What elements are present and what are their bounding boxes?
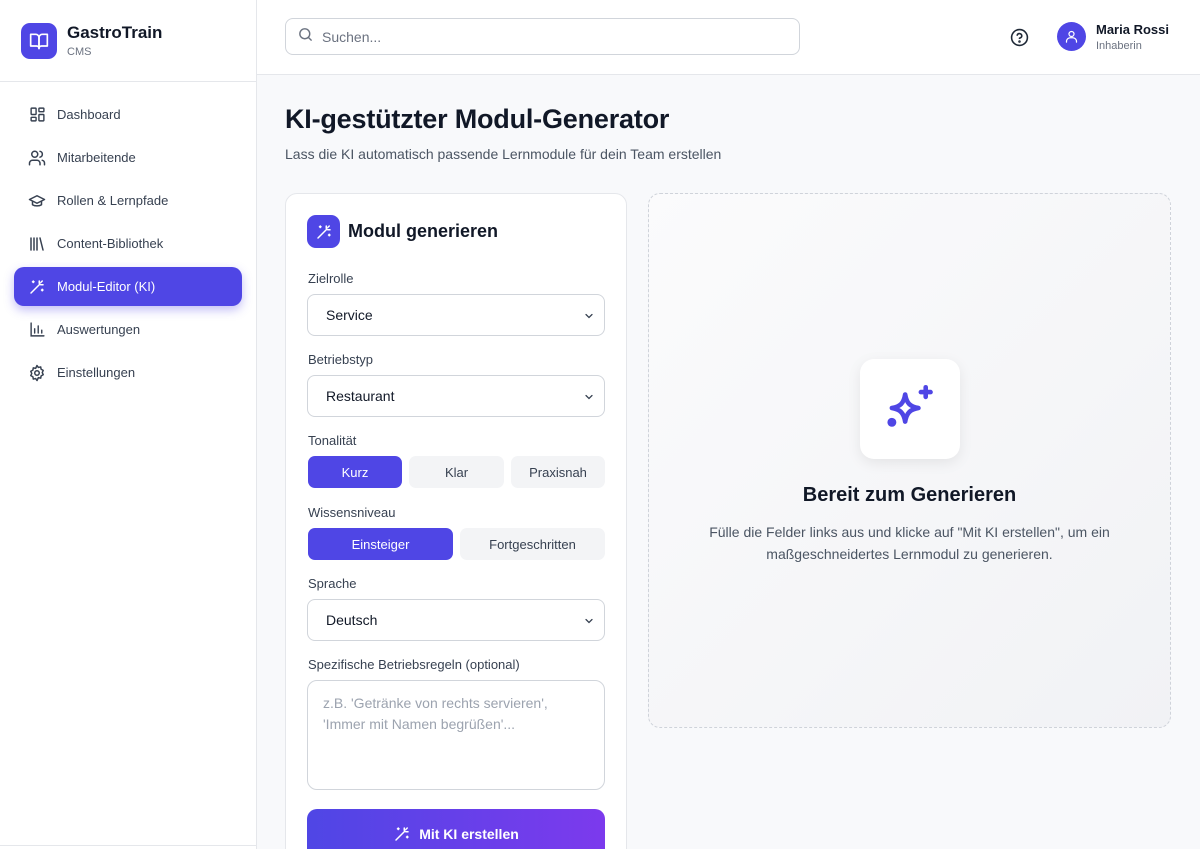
bar-chart-icon xyxy=(28,321,46,339)
magic-wand-icon xyxy=(28,278,46,296)
brand-name: GastroTrain xyxy=(67,23,163,42)
betriebstyp-label: Betriebstyp xyxy=(308,352,374,367)
zielrolle-value: Service xyxy=(326,307,373,323)
card-title: Modul generieren xyxy=(348,221,499,241)
preview-panel: Bereit zum Generieren Fülle die Felder l… xyxy=(648,193,1171,728)
user-name: Maria Rossi xyxy=(1096,22,1169,37)
sprache-label: Sprache xyxy=(308,576,357,591)
page-subtitle: Lass die KI automatisch passende Lernmod… xyxy=(285,146,722,162)
sidebar-item-label: Rollen & Lernpfade xyxy=(57,193,169,208)
card-header: Modul generieren xyxy=(307,215,498,248)
search-icon xyxy=(297,26,314,48)
sidebar: GastroTrain CMS Dashboard Mitarbeitende … xyxy=(0,0,257,849)
regeln-textarea[interactable] xyxy=(308,681,604,789)
top-header: Maria Rossi Inhaberin xyxy=(257,0,1200,75)
sidebar-item-dashboard[interactable]: Dashboard xyxy=(14,95,242,134)
sidebar-item-label: Einstellungen xyxy=(57,365,136,380)
user-role: Inhaberin xyxy=(1096,40,1142,52)
betriebstyp-value: Restaurant xyxy=(326,388,395,404)
preview-title: Bereit zum Generieren xyxy=(802,484,1017,506)
help-icon[interactable] xyxy=(1009,27,1029,47)
brand-sub: CMS xyxy=(67,46,92,58)
library-icon xyxy=(28,235,46,253)
sidebar-item-label: Modul-Editor (KI) xyxy=(57,279,156,294)
tonalitaet-label: Tonalität xyxy=(308,433,357,448)
sprache-value: Deutsch xyxy=(326,612,378,628)
wissensniveau-option-fortgeschritten[interactable]: Fortgeschritten xyxy=(460,528,605,560)
regeln-label: Spezifische Betriebsregeln (optional) xyxy=(308,657,520,672)
gear-icon xyxy=(28,364,46,382)
sidebar-divider xyxy=(0,845,256,846)
user-icon xyxy=(1065,30,1078,43)
wissensniveau-option-einsteiger[interactable]: Einsteiger xyxy=(308,528,453,560)
magic-wand-icon xyxy=(393,825,411,843)
users-icon xyxy=(28,149,46,167)
tonalitaet-option-klar[interactable]: Klar xyxy=(409,456,504,488)
sidebar-nav: Dashboard Mitarbeitende Rollen & Lernpfa… xyxy=(0,82,256,392)
page-title: KI-gestützter Modul-Generator xyxy=(285,104,670,134)
sidebar-item-rollen[interactable]: Rollen & Lernpfade xyxy=(14,181,242,220)
sidebar-item-mitarbeitende[interactable]: Mitarbeitende xyxy=(14,138,242,177)
chevron-down-icon xyxy=(583,390,595,406)
preview-text: Fülle die Felder links aus und klicke au… xyxy=(709,524,1110,562)
sidebar-item-modul-editor[interactable]: Modul-Editor (KI) xyxy=(14,267,242,306)
module-form-card: Modul generieren Zielrolle Service Betri… xyxy=(285,193,627,849)
magic-wand-icon xyxy=(307,215,340,248)
brand[interactable]: GastroTrain CMS xyxy=(0,0,256,82)
avatar[interactable] xyxy=(1057,22,1086,51)
sidebar-item-label: Auswertungen xyxy=(57,322,141,337)
zielrolle-select[interactable]: Service xyxy=(307,294,605,336)
sidebar-item-einstellungen[interactable]: Einstellungen xyxy=(14,353,242,392)
regeln-textarea-wrap xyxy=(307,680,605,790)
generate-button-label: Mit KI erstellen xyxy=(419,826,519,842)
betriebstyp-select[interactable]: Restaurant xyxy=(307,375,605,417)
chevron-down-icon xyxy=(583,614,595,630)
sidebar-item-auswertungen[interactable]: Auswertungen xyxy=(14,310,242,349)
zielrolle-label: Zielrolle xyxy=(308,271,354,286)
dashboard-icon xyxy=(28,106,46,124)
sidebar-item-content-bibliothek[interactable]: Content-Bibliothek xyxy=(14,224,242,263)
tonalitaet-option-kurz[interactable]: Kurz xyxy=(308,456,402,488)
graduation-cap-icon xyxy=(28,192,46,210)
search-box[interactable] xyxy=(285,18,800,55)
generate-button[interactable]: Mit KI erstellen xyxy=(307,809,605,849)
sparkles-icon xyxy=(860,359,960,459)
sidebar-item-label: Content-Bibliothek xyxy=(57,236,164,251)
tonalitaet-option-praxisnah[interactable]: Praxisnah xyxy=(511,456,605,488)
sidebar-item-label: Mitarbeitende xyxy=(57,150,136,165)
sprache-select[interactable]: Deutsch xyxy=(307,599,605,641)
search-input[interactable] xyxy=(322,28,772,45)
chevron-down-icon xyxy=(583,309,595,325)
sidebar-item-label: Dashboard xyxy=(57,107,121,122)
wissensniveau-label: Wissensniveau xyxy=(308,505,396,520)
book-icon xyxy=(21,22,57,59)
